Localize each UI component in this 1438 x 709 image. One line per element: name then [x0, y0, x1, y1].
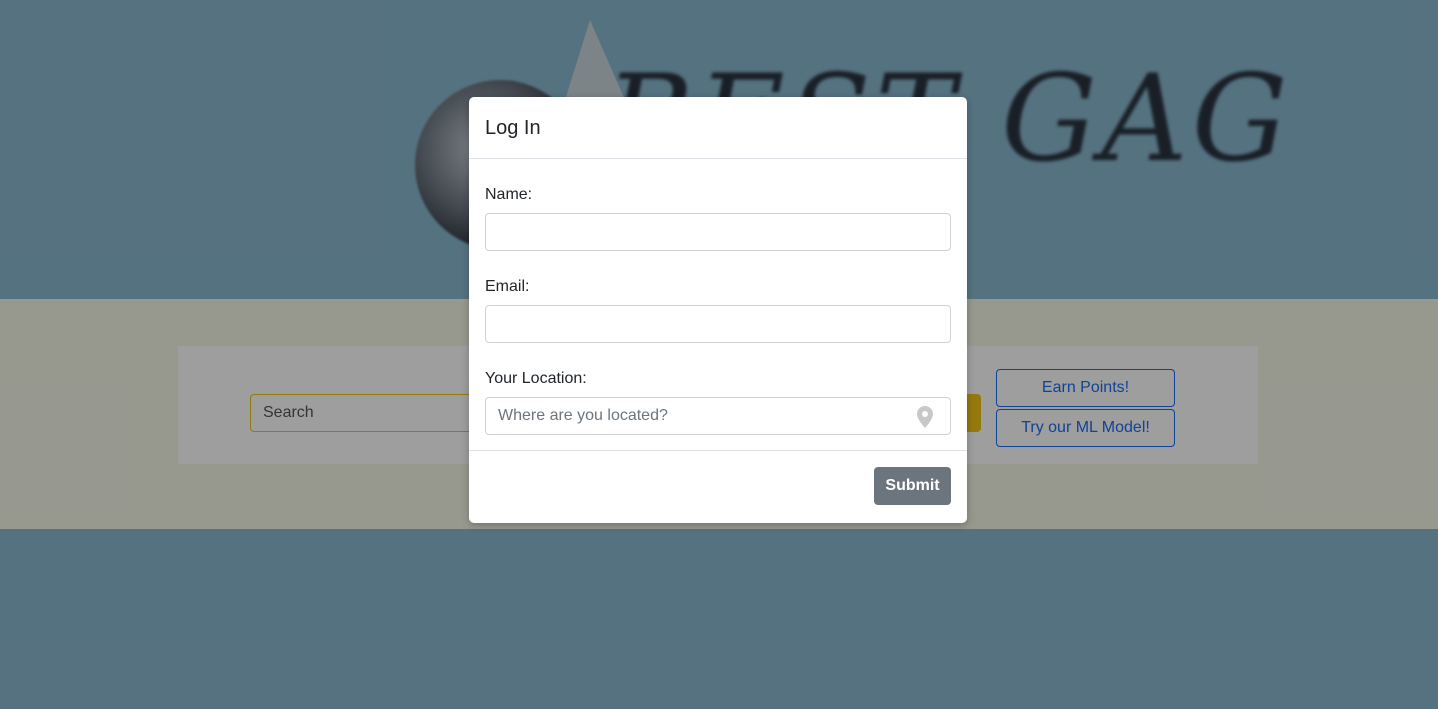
- modal-body: Name: Email: Your Location:: [469, 159, 967, 451]
- login-modal: Log In Name: Email: Your Location: Submi…: [469, 97, 967, 523]
- name-label: Name:: [485, 186, 533, 203]
- location-label: Your Location:: [485, 370, 587, 387]
- email-label: Email:: [485, 278, 530, 295]
- modal-footer: Submit: [469, 451, 967, 523]
- location-field[interactable]: [485, 397, 951, 435]
- submit-button[interactable]: Submit: [874, 467, 951, 505]
- name-field[interactable]: [485, 213, 951, 251]
- modal-header: Log In: [469, 97, 967, 159]
- map-pin-icon[interactable]: [917, 406, 933, 428]
- modal-title: Log In: [485, 117, 541, 139]
- email-field[interactable]: [485, 305, 951, 343]
- page: BEST GAG Earn Points! Try our ML Model! …: [0, 0, 1438, 709]
